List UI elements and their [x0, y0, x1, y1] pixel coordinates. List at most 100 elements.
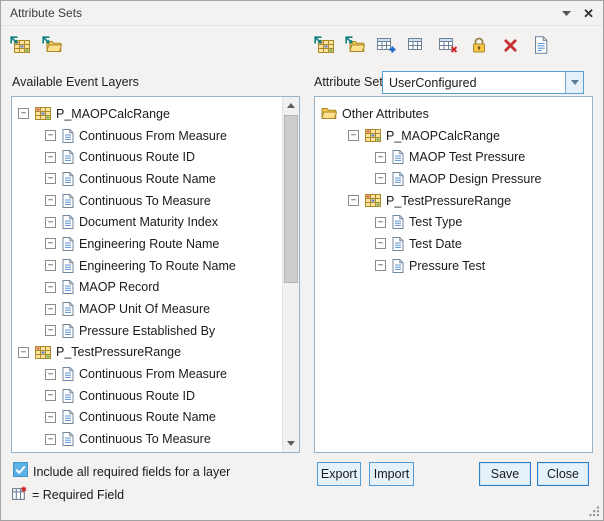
export-button[interactable]: Export — [317, 462, 361, 486]
remove-attribute-table-icon[interactable] — [438, 35, 458, 55]
tree-item[interactable]: − Continuous Route Name — [12, 407, 282, 429]
collapse-minus-icon[interactable]: − — [45, 152, 56, 163]
tree-item[interactable]: −MAOP Design Pressure — [315, 168, 592, 190]
window-menu-icon[interactable] — [562, 11, 571, 16]
tree-item[interactable]: −Continuous Route ID — [12, 385, 282, 407]
tree-item[interactable]: − P_TestPressureRange — [315, 190, 592, 212]
folder-icon — [321, 107, 337, 120]
document-icon — [62, 302, 74, 316]
event-layer-icon — [35, 346, 51, 359]
tree-item-label: Test Type — [409, 215, 462, 229]
chevron-down-icon[interactable] — [565, 72, 583, 93]
import-button[interactable]: Import — [369, 462, 414, 486]
collapse-minus-icon[interactable]: − — [375, 152, 386, 163]
add-event-layer-icon[interactable] — [314, 35, 334, 55]
tree-item-label: Continuous From Measure — [79, 367, 227, 381]
tree-item[interactable]: −Continuous Route ID — [12, 146, 282, 168]
collapse-minus-icon[interactable]: − — [45, 282, 56, 293]
tree-item[interactable]: −P_TestPressureRange — [12, 342, 282, 364]
collapse-minus-icon[interactable]: − — [45, 130, 56, 141]
lock-icon[interactable] — [469, 35, 489, 55]
tree-item[interactable]: − Continuous From Measure — [12, 363, 282, 385]
tree-item-label: Continuous To Measure — [79, 432, 211, 446]
collapse-minus-icon[interactable]: − — [348, 130, 359, 141]
delete-icon[interactable] — [500, 35, 520, 55]
attribute-set-value: UserConfigured — [383, 76, 565, 90]
tree-item[interactable]: − Continuous Route Name — [12, 168, 282, 190]
document-icon — [62, 280, 74, 294]
tree-item-label: P_MAOPCalcRange — [386, 129, 500, 143]
attribute-table-icon[interactable] — [407, 35, 427, 55]
tree-item-label: Continuous Route Name — [79, 172, 216, 186]
tree-item-label: MAOP Unit Of Measure — [79, 302, 210, 316]
tree-item[interactable]: −Pressure Established By — [12, 320, 282, 342]
collapse-minus-icon[interactable]: − — [45, 369, 56, 380]
tree-item[interactable]: − P_MAOPCalcRange — [315, 125, 592, 147]
include-required-checkbox[interactable] — [13, 462, 28, 477]
tree-item[interactable]: − Continuous From Measure — [12, 125, 282, 147]
add-group-folder-icon[interactable] — [345, 35, 365, 55]
tree-item-label: P_TestPressureRange — [386, 194, 511, 208]
tree-item[interactable]: − Continuous To Measure — [12, 190, 282, 212]
dialog-title: Attribute Sets — [10, 6, 82, 20]
attribute-set-label: Attribute Set: — [314, 75, 386, 89]
close-icon[interactable]: ✕ — [583, 7, 594, 20]
add-event-layer-icon[interactable] — [10, 35, 30, 55]
vertical-scrollbar[interactable] — [282, 97, 299, 452]
add-attribute-table-icon[interactable] — [376, 35, 396, 55]
tree-item-label: Continuous Route Name — [79, 410, 216, 424]
tree-item[interactable]: − Continuous To Measure — [12, 428, 282, 450]
attribute-set-dropdown[interactable]: UserConfigured — [382, 71, 584, 94]
available-layers-panel: −P_MAOPCalcRange−Continuous From Measure… — [11, 96, 300, 453]
tree-item[interactable]: − Pressure Test — [315, 255, 592, 277]
tree-item[interactable]: −MAOP Test Pressure — [315, 146, 592, 168]
tree-item[interactable]: − MAOP Unit Of Measure — [12, 298, 282, 320]
collapse-minus-icon[interactable]: − — [45, 304, 56, 315]
resize-grip[interactable] — [588, 505, 600, 517]
collapse-minus-icon[interactable]: − — [18, 108, 29, 119]
event-layer-icon — [35, 107, 51, 120]
collapse-minus-icon[interactable]: − — [375, 260, 386, 271]
collapse-minus-icon[interactable]: − — [45, 173, 56, 184]
report-icon[interactable] — [531, 35, 551, 55]
scroll-up-icon[interactable] — [283, 97, 299, 114]
collapse-minus-icon[interactable]: − — [45, 217, 56, 228]
event-layer-icon — [365, 129, 381, 142]
document-icon — [392, 172, 404, 186]
collapse-minus-icon[interactable]: − — [45, 434, 56, 445]
tree-item[interactable]: − MAOP Record — [12, 277, 282, 299]
titlebar-controls: ✕ — [562, 7, 594, 20]
collapse-minus-icon[interactable]: − — [375, 217, 386, 228]
add-group-folder-icon[interactable] — [42, 35, 62, 55]
tree-item-label: MAOP Record — [79, 280, 159, 294]
required-field-icon — [12, 486, 27, 501]
tree-item-label: Continuous From Measure — [79, 129, 227, 143]
tree-item[interactable]: − Test Type — [315, 211, 592, 233]
save-button[interactable]: Save — [479, 462, 531, 486]
collapse-minus-icon[interactable]: − — [45, 260, 56, 271]
tree-item[interactable]: −Engineering To Route Name — [12, 255, 282, 277]
scrollbar-thumb[interactable] — [284, 115, 298, 283]
document-icon — [62, 259, 74, 273]
collapse-minus-icon[interactable]: − — [45, 238, 56, 249]
tree-item[interactable]: −Test Date — [315, 233, 592, 255]
tree-item[interactable]: −P_MAOPCalcRange — [12, 103, 282, 125]
collapse-minus-icon[interactable]: − — [375, 173, 386, 184]
collapse-minus-icon[interactable]: − — [45, 390, 56, 401]
collapse-minus-icon[interactable]: − — [18, 347, 29, 358]
event-layer-icon — [365, 194, 381, 207]
collapse-minus-icon[interactable]: − — [45, 412, 56, 423]
collapse-minus-icon[interactable]: − — [45, 195, 56, 206]
scroll-down-icon[interactable] — [283, 435, 299, 452]
tree-item[interactable]: −Document Maturity Index — [12, 211, 282, 233]
collapse-minus-icon[interactable]: − — [375, 238, 386, 249]
tree-item-label: Pressure Test — [409, 259, 485, 273]
tree-item[interactable]: −Engineering Route Name — [12, 233, 282, 255]
tree-item-label: Continuous To Measure — [79, 194, 211, 208]
tree-item[interactable]: Other Attributes — [315, 103, 592, 125]
collapse-minus-icon[interactable]: − — [45, 325, 56, 336]
titlebar[interactable]: Attribute Sets ✕ — [1, 1, 603, 26]
document-icon — [62, 150, 74, 164]
collapse-minus-icon[interactable]: − — [348, 195, 359, 206]
close-button[interactable]: Close — [537, 462, 589, 486]
